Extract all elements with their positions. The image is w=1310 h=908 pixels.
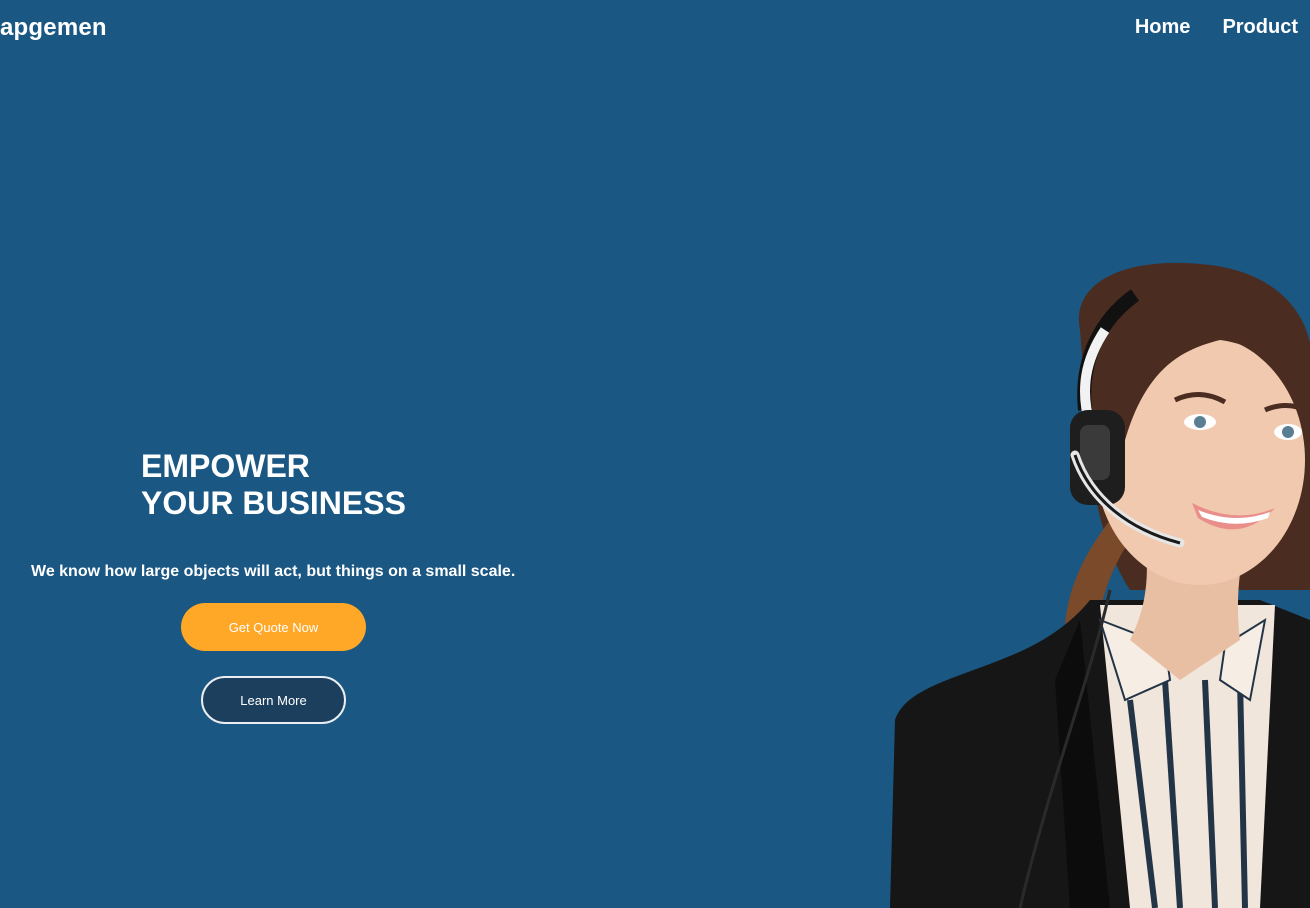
hero-person-image [890,262,1310,908]
landing-page: apgemen Home Product EMPOWER YOUR BUSINE… [0,0,1310,908]
hero-subtitle: We know how large objects will act, but … [31,563,516,580]
hero-title: EMPOWER YOUR BUSINESS [141,448,406,522]
brand-logo[interactable]: apgemen [0,14,107,42]
hero-title-line-2: YOUR BUSINESS [141,485,406,521]
main-nav: Home Product [1135,16,1298,39]
nav-home-link[interactable]: Home [1135,16,1191,39]
get-quote-button[interactable]: Get Quote Now [181,603,366,651]
nav-product-link[interactable]: Product [1222,16,1298,39]
learn-more-button[interactable]: Learn More [201,676,346,724]
hero-title-line-1: EMPOWER [141,448,310,484]
